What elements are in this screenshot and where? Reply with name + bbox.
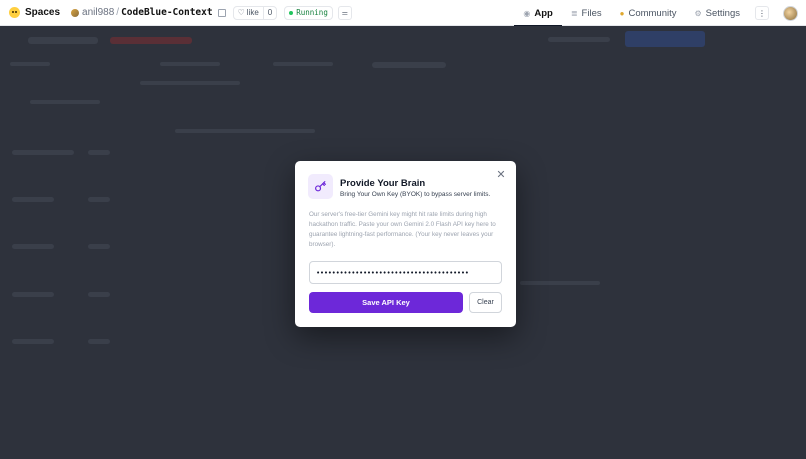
tab-files[interactable]: ≣ Files [562,0,611,26]
list-badge-placeholder [88,339,110,344]
list-item-placeholder [12,244,54,249]
modal-description: Our server's free-tier Gemini key might … [309,211,496,248]
like-label: like [246,8,259,17]
heart-icon: ♡ [237,8,245,17]
files-icon: ≣ [570,8,578,18]
app-link-placeholder [548,37,610,42]
clear-button[interactable]: Clear [469,292,502,313]
tab-app-label: App [534,7,553,19]
list-item-placeholder [12,339,54,344]
community-icon: ● [619,8,625,18]
tab-files-label: Files [581,7,602,19]
space-tabs: ◉ App ≣ Files ● Community ⚙ Settings ⋮ [514,0,806,27]
owner-avatar [71,8,80,17]
status-badge: Running [284,5,333,20]
modal-title: Provide Your Brain [340,178,426,189]
list-badge-placeholder [88,150,110,155]
app-action-placeholder [625,31,705,47]
more-options-button[interactable]: ⋮ [755,6,769,20]
like-count: 0 [262,6,276,19]
modal-subtitle: Bring Your Own Key (BYOK) to bypass serv… [340,191,491,198]
tab-community[interactable]: ● Community [611,0,686,26]
tab-settings[interactable]: ⚙ Settings [686,0,750,26]
content-line-placeholder [520,281,600,285]
list-badge-placeholder [88,292,110,297]
api-key-modal: ✕ Provide Your Brain Bring Your Own Key … [295,161,516,327]
top-navbar: Spaces anil988 / CodeBlue-Context ♡ like … [0,0,806,27]
list-badge-placeholder [88,244,110,249]
gear-icon: ⚙ [694,8,702,18]
close-icon[interactable]: ✕ [496,170,506,181]
copy-icon[interactable] [217,8,226,17]
key-icon [308,174,333,199]
hugging-face-logo-icon[interactable] [9,7,20,18]
running-dot-icon [289,10,294,15]
tab-placeholder [273,62,333,66]
app-title-placeholder [28,37,98,44]
content-line-placeholder [175,129,315,133]
tab-community-label: Community [628,7,677,19]
owner-link[interactable]: anil988 [82,7,114,18]
list-item-placeholder [12,292,54,297]
tab-settings-label: Settings [705,7,740,19]
list-item-placeholder [12,150,74,155]
sidebar-heading-placeholder [10,62,50,66]
path-separator: / [116,7,120,18]
like-button[interactable]: ♡ like 0 [232,5,278,20]
api-key-input[interactable] [309,261,502,284]
content-line-placeholder [140,81,240,85]
save-api-key-button[interactable]: Save API Key [309,292,463,313]
repo-name-link[interactable]: CodeBlue-Context [121,7,213,18]
spaces-link[interactable]: Spaces [25,7,60,18]
sidebar-line-placeholder [30,100,100,104]
status-label: Running [296,8,328,17]
tab-placeholder [160,62,220,66]
list-item-placeholder [12,197,54,202]
tab-placeholder [372,62,446,68]
app-icon: ◉ [523,8,531,18]
app-badge-placeholder [110,37,192,44]
space-identity: Spaces anil988 / CodeBlue-Context ♡ like … [0,0,352,25]
list-badge-placeholder [88,197,110,202]
settings-sliders-icon[interactable]: ⚌ [337,5,352,20]
user-avatar[interactable] [783,5,798,21]
tab-app[interactable]: ◉ App [514,0,563,27]
